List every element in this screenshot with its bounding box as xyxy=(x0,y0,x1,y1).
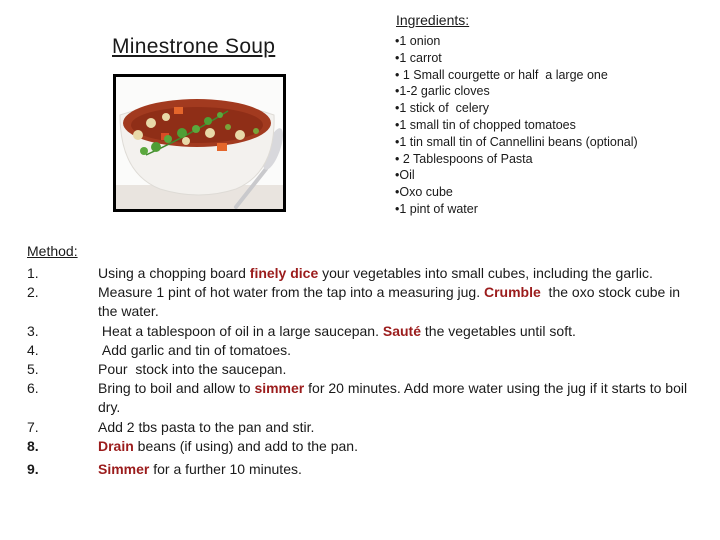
step-text: Drain beans (if using) and add to the pa… xyxy=(98,437,698,456)
step-text-segment: for a further 10 minutes. xyxy=(149,461,302,478)
step-text: Heat a tablespoon of oil in a large sauc… xyxy=(98,322,698,341)
ingredient-item: •1 carrot xyxy=(395,50,442,65)
step-number: 7. xyxy=(27,418,39,435)
step-text: Using a chopping board finely dice your … xyxy=(98,264,698,283)
step-text: Measure 1 pint of hot water from the tap… xyxy=(98,283,698,321)
step-text-segment: beans (if using) and add to the pan. xyxy=(133,437,358,454)
step-number: 2. xyxy=(27,284,39,301)
method-step: 8. Drain beans (if using) and add to the … xyxy=(27,437,707,456)
ingredient-item: •1 tin small tin of Cannellini beans (op… xyxy=(395,134,638,149)
step-text-segment: Bring to boil and allow to xyxy=(98,380,255,397)
method-heading: Method: xyxy=(27,243,78,259)
step-number: 6. xyxy=(27,380,39,397)
soup-bowl-illustration xyxy=(116,77,283,209)
step-text: Simmer for a further 10 minutes. xyxy=(98,460,698,479)
highlighted-action: finely dice xyxy=(249,265,319,281)
step-text-segment: Add 2 tbs pasta to the pan and stir. xyxy=(98,418,315,435)
method-step: 1. Using a chopping board finely dice you… xyxy=(27,264,707,283)
step-number: 3. xyxy=(27,322,39,339)
highlighted-action: Simmer xyxy=(98,461,150,478)
method-steps: 1. Using a chopping board finely dice you… xyxy=(27,264,707,479)
step-number: 1. xyxy=(27,265,39,281)
step-text: Pour stock into the saucepan. xyxy=(98,360,698,379)
step-number: 4. xyxy=(27,341,39,358)
method-step: 3. Heat a tablespoon of oil in a large s… xyxy=(27,322,707,341)
step-text-segment: Add garlic and tin of tomatoes. xyxy=(98,341,291,358)
step-number: 9. xyxy=(27,461,39,478)
method-step: 7. Add 2 tbs pasta to the pan and stir. xyxy=(27,418,707,437)
ingredient-item: •1 pint of water xyxy=(395,201,478,216)
method-step: 9. Simmer for a further 10 minutes. xyxy=(27,460,707,479)
step-text-segment: Using a chopping board xyxy=(98,265,250,281)
step-text: Add garlic and tin of tomatoes. xyxy=(98,341,698,360)
soup-photo xyxy=(113,74,286,212)
ingredients-heading: Ingredients: xyxy=(396,12,470,28)
step-text: Bring to boil and allow to simmer for 20… xyxy=(98,379,698,417)
step-text: Add 2 tbs pasta to the pan and stir. xyxy=(98,418,698,437)
ingredient-item: •1 onion xyxy=(395,34,441,48)
ingredient-item: •Oxo cube xyxy=(395,185,453,200)
method-step: 4. Add garlic and tin of tomatoes. xyxy=(27,341,707,360)
step-text-segment: the vegetables until soft. xyxy=(421,322,576,339)
method-step: 2. Measure 1 pint of hot water from the t… xyxy=(27,283,707,321)
ingredients-list: •1 onion •1 carrot • 1 Small courgette o… xyxy=(395,33,638,218)
highlighted-action: Drain xyxy=(98,437,134,454)
step-text-segment: your vegetables into small cubes, includ… xyxy=(318,265,653,281)
ingredient-item: •1 small tin of chopped tomatoes xyxy=(395,117,576,132)
step-text-segment: Pour stock into the saucepan. xyxy=(98,361,287,378)
method-step: 6. Bring to boil and allow to simmer for … xyxy=(27,379,707,417)
ingredient-item: • 2 Tablespoons of Pasta xyxy=(395,151,533,166)
step-text-segment: Heat a tablespoon of oil in a large sauc… xyxy=(98,322,383,339)
recipe-title: Minestrone Soup xyxy=(112,35,276,58)
highlighted-action: Crumble xyxy=(483,284,541,301)
highlighted-action: Sauté xyxy=(382,322,421,339)
ingredient-item: •1 stick of celery xyxy=(395,101,489,116)
step-number: 8. xyxy=(27,437,39,454)
step-text-segment: Measure 1 pint of hot water from the tap… xyxy=(98,284,484,301)
highlighted-action: simmer xyxy=(254,380,305,397)
step-number: 5. xyxy=(27,361,39,378)
ingredient-item: • 1 Small courgette or half a large one xyxy=(395,67,608,82)
method-step: 5. Pour stock into the saucepan. xyxy=(27,360,707,379)
ingredient-item: •Oil xyxy=(395,168,415,183)
ingredient-item: •1-2 garlic cloves xyxy=(395,84,490,99)
